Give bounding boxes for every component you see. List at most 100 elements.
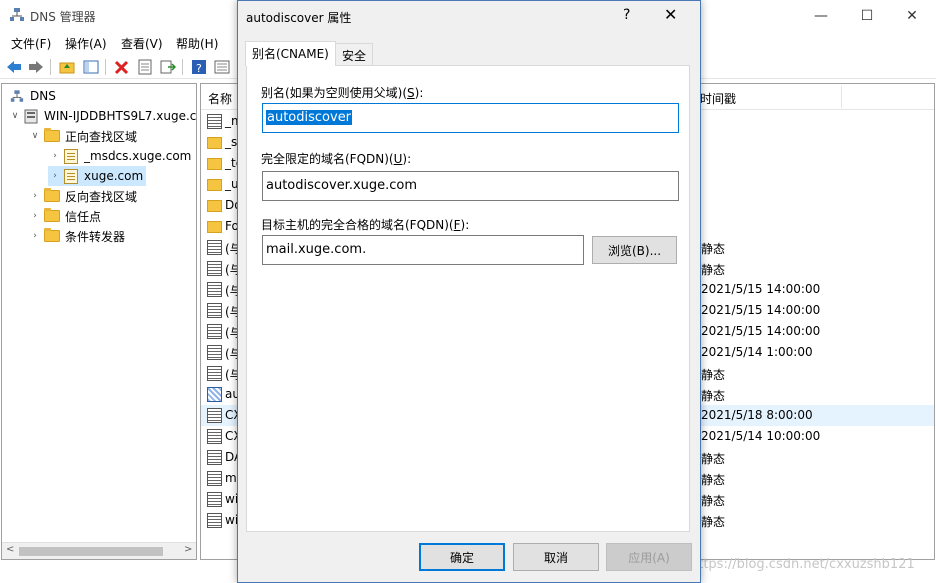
- tree-item-server[interactable]: ∨ WIN-IJDDBHTS9L7.xuge.c: [8, 106, 196, 126]
- record-icon: [207, 471, 222, 486]
- folder-icon: [44, 188, 60, 202]
- chevron-right-icon[interactable]: ›: [28, 189, 42, 203]
- folder-icon: [207, 200, 222, 212]
- view-list-icon[interactable]: [213, 58, 231, 76]
- scrollbar-thumb[interactable]: [19, 547, 163, 556]
- folder-icon: [44, 228, 60, 242]
- properties-dialog: autodiscover 属性 ? ✕ 别名(CNAME) 安全 别名(如果为空…: [237, 0, 701, 583]
- record-icon: [207, 261, 222, 276]
- record-icon: [207, 429, 222, 444]
- tree-item-trust-points[interactable]: › 信任点: [28, 206, 101, 226]
- tree-label: 正向查找区域: [65, 129, 138, 144]
- close-icon[interactable]: ✕: [664, 5, 677, 24]
- dns-app-icon: [10, 8, 24, 21]
- folder-icon: [207, 158, 222, 170]
- menu-action[interactable]: 操作(A): [65, 35, 107, 52]
- fqdn-label: 完全限定的域名(FQDN)(U):: [261, 152, 412, 166]
- dialog-title: autodiscover 属性: [246, 11, 352, 25]
- tree-item-msdcs[interactable]: › _msdcs.xuge.com: [48, 146, 191, 166]
- show-tree-icon[interactable]: [82, 58, 100, 76]
- tab-security[interactable]: 安全: [335, 43, 374, 65]
- scroll-left-icon[interactable]: <: [6, 544, 14, 555]
- menu-help[interactable]: 帮助(H): [176, 35, 218, 52]
- minimize-icon[interactable]: —: [798, 0, 844, 31]
- chevron-right-icon[interactable]: ›: [48, 149, 62, 163]
- record-icon: [207, 240, 222, 255]
- folder-icon: [207, 137, 222, 149]
- record-icon: [207, 408, 222, 423]
- chevron-down-icon[interactable]: ∨: [28, 129, 42, 143]
- tree-label: 条件转发器: [65, 229, 126, 244]
- chevron-right-icon[interactable]: ›: [48, 169, 62, 183]
- menu-file[interactable]: 文件(F): [11, 35, 51, 52]
- folder-icon: [44, 128, 60, 142]
- record-timestamp: 2021/5/15 14:00:00: [701, 324, 821, 338]
- svg-text:?: ?: [196, 62, 202, 75]
- cname-tab-panel: 别名(如果为空则使用父域)(S): autodiscover 完全限定的域名(F…: [246, 65, 690, 532]
- back-arrow-icon[interactable]: [5, 58, 23, 76]
- help-icon[interactable]: ?: [190, 58, 208, 76]
- tree-horizontal-scrollbar[interactable]: < >: [2, 542, 196, 559]
- apply-button[interactable]: 应用(A): [606, 543, 692, 571]
- chevron-right-icon[interactable]: ›: [28, 209, 42, 223]
- cname-record-icon: [207, 387, 222, 402]
- target-host-value: mail.xuge.com.: [266, 242, 367, 257]
- tree-pane: DNS ∨ WIN-IJDDBHTS9L7.xuge.c ∨ 正向查找区域 › …: [1, 83, 197, 560]
- up-folder-icon[interactable]: [58, 58, 76, 76]
- record-icon: [207, 345, 222, 360]
- alias-input[interactable]: autodiscover: [262, 103, 679, 133]
- scroll-right-icon[interactable]: >: [184, 544, 192, 555]
- forward-arrow-icon[interactable]: [27, 58, 45, 76]
- column-header-name[interactable]: 名称: [208, 90, 232, 107]
- record-timestamp: 静态: [701, 242, 726, 256]
- ok-button[interactable]: 确定: [419, 543, 505, 571]
- tree-item-reverse-zones[interactable]: › 反向查找区域: [28, 186, 137, 206]
- delete-icon[interactable]: [113, 58, 131, 76]
- record-icon: [207, 366, 222, 381]
- close-window-icon[interactable]: ✕: [889, 0, 935, 31]
- zone-icon: [64, 168, 78, 184]
- chevron-down-icon[interactable]: ∨: [8, 109, 22, 123]
- browse-button[interactable]: 浏览(B)...: [592, 236, 677, 264]
- tree-item-dns[interactable]: DNS: [10, 86, 56, 106]
- tab-cname[interactable]: 别名(CNAME): [245, 41, 336, 66]
- record-timestamp: 静态: [701, 515, 726, 529]
- record-name: _s: [225, 135, 238, 149]
- target-host-input[interactable]: mail.xuge.com.: [262, 235, 584, 265]
- folder-icon: [207, 221, 222, 233]
- folder-icon: [44, 208, 60, 222]
- zone-icon: [64, 148, 78, 164]
- help-icon[interactable]: ?: [623, 7, 630, 23]
- menu-view[interactable]: 查看(V): [121, 35, 163, 52]
- cancel-button[interactable]: 取消: [513, 543, 599, 571]
- tree-label: xuge.com: [84, 169, 144, 183]
- tree-item-forward-zones[interactable]: ∨ 正向查找区域: [28, 126, 137, 146]
- tree-label: DNS: [30, 89, 56, 103]
- watermark-text: https://blog.csdn.net/cxxuzshb121: [690, 557, 915, 572]
- tree-item-conditional-forwarders[interactable]: › 条件转发器: [28, 226, 125, 246]
- chevron-right-icon[interactable]: ›: [28, 229, 42, 243]
- tree-item-xuge-com[interactable]: › xuge.com: [48, 166, 147, 186]
- record-timestamp: 静态: [701, 494, 726, 508]
- dns-node-icon: [10, 89, 24, 102]
- export-icon[interactable]: [159, 58, 177, 76]
- record-timestamp: 静态: [701, 389, 726, 403]
- tree-label: _msdcs.xuge.com: [84, 149, 192, 163]
- record-timestamp: 静态: [701, 452, 726, 466]
- properties-icon[interactable]: [136, 58, 154, 76]
- record-timestamp: 2021/5/15 14:00:00: [701, 303, 821, 317]
- record-timestamp: 2021/5/14 10:00:00: [701, 429, 821, 443]
- app-title: DNS 管理器: [30, 10, 96, 24]
- target-host-label: 目标主机的完全合格的域名(FQDN)(F):: [261, 218, 470, 232]
- column-header-timestamp[interactable]: 时间戳: [700, 90, 736, 107]
- record-timestamp: 静态: [701, 263, 726, 277]
- server-icon: [24, 109, 38, 123]
- record-timestamp: 静态: [701, 368, 726, 382]
- maximize-icon[interactable]: ☐: [844, 0, 890, 31]
- record-timestamp: 2021/5/15 14:00:00: [701, 282, 821, 296]
- record-timestamp: 静态: [701, 473, 726, 487]
- record-timestamp: 2021/5/18 8:00:00: [701, 408, 813, 422]
- fqdn-input[interactable]: autodiscover.xuge.com: [262, 171, 679, 201]
- tree-label: 信任点: [65, 209, 102, 224]
- record-icon: [207, 282, 222, 297]
